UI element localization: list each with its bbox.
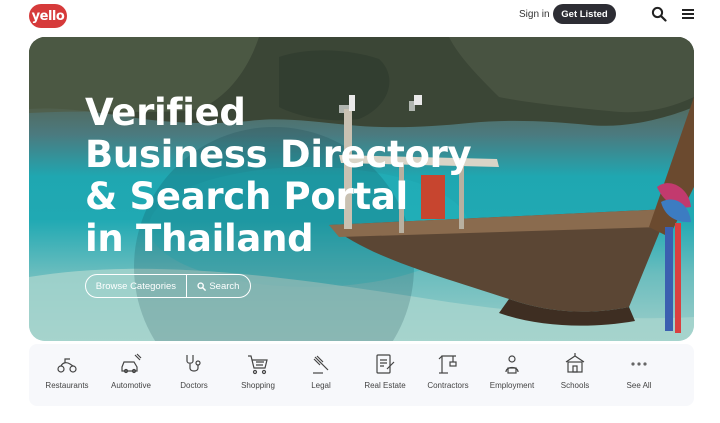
category-doctors[interactable]: Doctors bbox=[162, 352, 226, 402]
stethoscope-icon bbox=[186, 355, 201, 372]
get-listed-button[interactable]: Get Listed bbox=[553, 4, 616, 24]
category-label: Employment bbox=[489, 381, 535, 390]
category-contractors[interactable]: Contractors bbox=[416, 352, 480, 402]
hero-title-line: & Search Portal bbox=[85, 175, 408, 218]
category-label: Restaurants bbox=[45, 381, 89, 390]
category-label: Shopping bbox=[241, 381, 275, 390]
category-legal[interactable]: Legal bbox=[289, 352, 353, 402]
contract-icon bbox=[376, 354, 395, 374]
category-employment[interactable]: Employment bbox=[480, 352, 544, 402]
hero-title-line: in Thailand bbox=[85, 217, 314, 260]
hero-search-label: Search bbox=[209, 280, 240, 292]
worker-icon bbox=[505, 355, 519, 374]
hero-banner: Verified Business Directory & Search Por… bbox=[29, 37, 694, 341]
scooter-icon bbox=[57, 358, 77, 373]
menu-icon[interactable] bbox=[680, 6, 696, 22]
sign-in-link[interactable]: Sign in bbox=[519, 9, 550, 20]
school-icon bbox=[565, 353, 585, 373]
cart-icon bbox=[248, 355, 268, 375]
category-label: Real Estate bbox=[364, 381, 406, 390]
hero-action-pill: Browse Categories Search bbox=[85, 274, 251, 298]
category-label: Legal bbox=[311, 381, 331, 390]
category-label: Automotive bbox=[110, 381, 152, 390]
search-icon[interactable] bbox=[651, 6, 667, 22]
hero-title: Verified Business Directory & Search Por… bbox=[85, 92, 505, 260]
category-label: Schools bbox=[560, 381, 590, 390]
category-schools[interactable]: Schools bbox=[543, 352, 607, 402]
category-shopping[interactable]: Shopping bbox=[226, 352, 290, 402]
search-icon bbox=[197, 281, 207, 291]
hero-title-line: Verified bbox=[85, 91, 246, 134]
category-label: See All bbox=[626, 381, 652, 390]
car-repair-icon bbox=[121, 353, 142, 374]
gavel-icon bbox=[313, 355, 329, 374]
category-see-all[interactable]: See All bbox=[607, 352, 671, 402]
logo-text: yello bbox=[31, 8, 65, 24]
browse-categories-button[interactable]: Browse Categories bbox=[86, 275, 187, 297]
crane-icon bbox=[438, 355, 457, 374]
hero-title-line: Business Directory bbox=[85, 133, 472, 176]
more-dots-icon bbox=[631, 362, 647, 366]
category-label: Doctors bbox=[180, 381, 208, 390]
yello-logo[interactable]: yello bbox=[29, 4, 67, 28]
category-automotive[interactable]: Automotive bbox=[99, 352, 163, 402]
category-restaurants[interactable]: Restaurants bbox=[35, 352, 99, 402]
top-header: yello Sign in Get Listed bbox=[0, 0, 720, 32]
category-label: Contractors bbox=[427, 381, 469, 390]
hero-search-button[interactable]: Search bbox=[187, 275, 250, 297]
category-real-estate[interactable]: Real Estate bbox=[353, 352, 417, 402]
category-bar: Restaurants Automotive Doctors Shopping … bbox=[29, 344, 694, 406]
